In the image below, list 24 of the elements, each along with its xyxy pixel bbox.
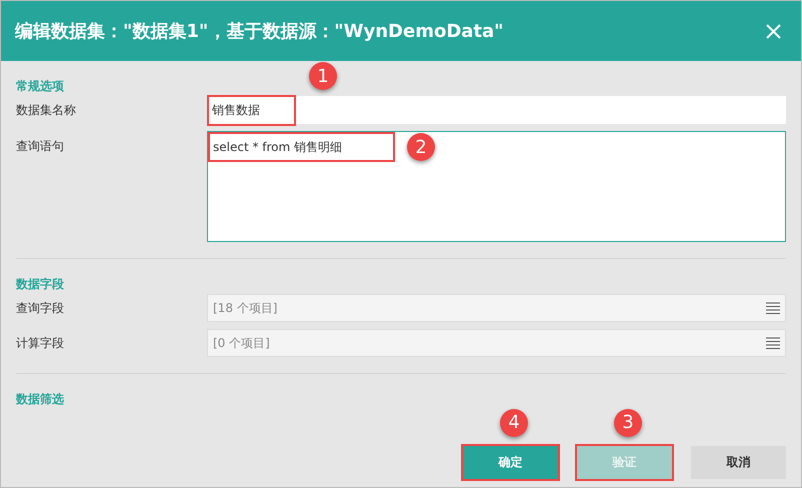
- section-title: 数据筛选: [16, 392, 64, 406]
- callout-number: 2: [407, 133, 435, 161]
- section-title: 常规选项: [16, 79, 64, 93]
- cancel-button[interactable]: 取消: [691, 446, 786, 478]
- field-value: 销售数据: [207, 94, 296, 126]
- field-label: 查询语句: [16, 138, 65, 155]
- list-field[interactable]: [18 个项目]: [207, 294, 786, 322]
- field-label: 查询字段: [16, 300, 65, 317]
- callout-number: 3: [614, 408, 642, 436]
- window-title: 编辑数据集："数据集1"，基于数据源："WynDemoData": [15, 20, 504, 44]
- callout-number: 4: [500, 408, 528, 436]
- menu-icon[interactable]: [766, 337, 780, 349]
- close-icon[interactable]: [766, 24, 781, 38]
- field-value: [18 个项目]: [213, 300, 278, 317]
- primary-button[interactable]: 确定: [463, 446, 558, 478]
- section-title: 数据字段: [16, 277, 64, 291]
- menu-icon[interactable]: [766, 302, 780, 314]
- callout-number: 1: [309, 62, 337, 90]
- field-label: 计算字段: [16, 335, 65, 352]
- field-label: 数据集名称: [16, 102, 77, 119]
- field-value: select * from 销售明细: [208, 132, 395, 162]
- query-textarea[interactable]: select * from 销售明细 2: [207, 131, 786, 242]
- field-value: [0 个项目]: [213, 335, 270, 352]
- list-field[interactable]: [0 个项目]: [207, 329, 786, 357]
